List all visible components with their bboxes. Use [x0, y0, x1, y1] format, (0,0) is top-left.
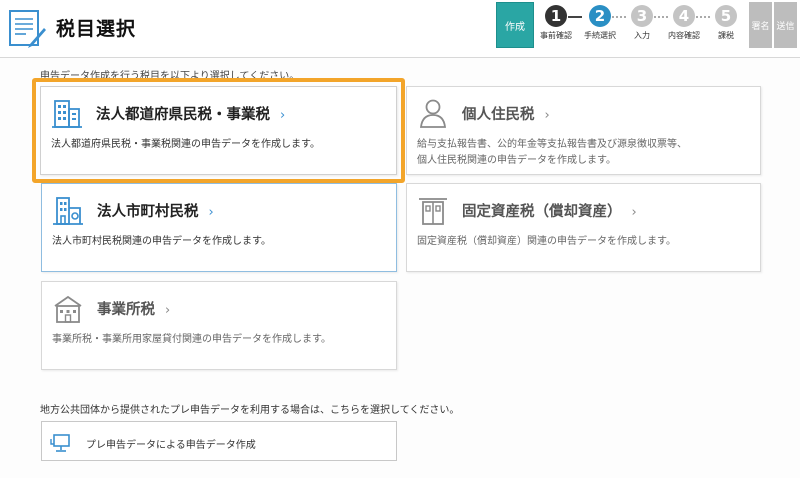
- computer-icon: [50, 434, 70, 452]
- document-edit-icon: [9, 10, 46, 48]
- card-description: 給与支払報告書、公的年金等支払報告書及び源泉徴収票等、 個人住民税関連の申告デー…: [417, 137, 687, 169]
- chevron-right-icon: ›: [165, 303, 171, 318]
- chevron-right-icon: ›: [208, 205, 214, 220]
- pre-declaration-data-button[interactable]: プレ申告データによる申告データ作成: [41, 421, 397, 461]
- card-business-office-tax[interactable]: 事業所税 › 事業所税・事業所用家屋貸付関連の申告データを作成します。: [41, 281, 397, 370]
- person-icon: [419, 99, 447, 128]
- step-3: 3 入力: [622, 5, 662, 41]
- step-2-number: 2: [589, 5, 611, 27]
- factory-building-icon: [54, 295, 82, 323]
- step-4: 4 内容確認: [664, 5, 704, 41]
- step-5-label: 課税: [718, 31, 734, 40]
- card-fixed-asset-tax[interactable]: 固定資産税（償却資産） › 固定資産税（償却資産）関連の申告データを作成します。: [406, 183, 761, 272]
- step-2: 2 手続選択: [580, 5, 620, 41]
- card-title: 事業所税 ›: [97, 302, 171, 318]
- building-shelf-icon: [419, 198, 447, 225]
- step-3-number: 3: [631, 5, 653, 27]
- card-description-line: 個人住民税関連の申告データを作成します。: [417, 155, 616, 166]
- step-sign-tab: 署名: [748, 2, 772, 48]
- pre-declaration-button-label: プレ申告データによる申告データ作成: [86, 440, 256, 451]
- progress-steps: 作成 1 事前確認 2 手続選択 3 入力 4 内容確認 5 課税 署名 送信: [496, 2, 798, 48]
- selection-highlight: [32, 78, 405, 183]
- step-send-tab: 送信: [773, 2, 797, 48]
- page-header: 税目選択 作成 1 事前確認 2 手続選択 3 入力 4 内容確認 5 課税 署…: [0, 0, 800, 58]
- step-2-label: 手続選択: [584, 31, 616, 40]
- card-description-line: 給与支払報告書、公的年金等支払報告書及び源泉徴収票等、: [417, 139, 687, 150]
- step-5-number: 5: [715, 5, 737, 27]
- step-1-number: 1: [545, 5, 567, 27]
- card-description: 固定資産税（償却資産）関連の申告データを作成します。: [417, 236, 676, 247]
- chevron-right-icon: ›: [631, 205, 637, 220]
- card-title: 個人住民税 ›: [462, 107, 550, 123]
- card-title: 固定資産税（償却資産） ›: [462, 204, 637, 220]
- step-1-label: 事前確認: [540, 31, 572, 40]
- pre-data-note: 地方公共団体から提供されたプレ申告データを利用する場合は、こちらを選択してくださ…: [40, 405, 460, 416]
- card-title: 法人市町村民税 ›: [97, 204, 214, 220]
- step-5: 5 課税: [706, 5, 746, 41]
- chevron-right-icon: ›: [544, 108, 550, 123]
- page-title: 税目選択: [56, 18, 137, 40]
- step-4-number: 4: [673, 5, 695, 27]
- city-building-icon: [53, 197, 83, 225]
- card-description: 事業所税・事業所用家屋貸付関連の申告データを作成します。: [52, 334, 331, 345]
- step-create-tab: 作成: [496, 2, 534, 48]
- card-description: 法人市町村民税関連の申告データを作成します。: [52, 236, 271, 247]
- step-1: 1 事前確認: [536, 5, 576, 41]
- card-individual-resident-tax[interactable]: 個人住民税 › 給与支払報告書、公的年金等支払報告書及び源泉徴収票等、 個人住民税…: [406, 86, 761, 175]
- card-corporate-municipal-tax[interactable]: 法人市町村民税 › 法人市町村民税関連の申告データを作成します。: [41, 183, 397, 272]
- step-4-label: 内容確認: [668, 31, 700, 40]
- step-3-label: 入力: [634, 31, 650, 40]
